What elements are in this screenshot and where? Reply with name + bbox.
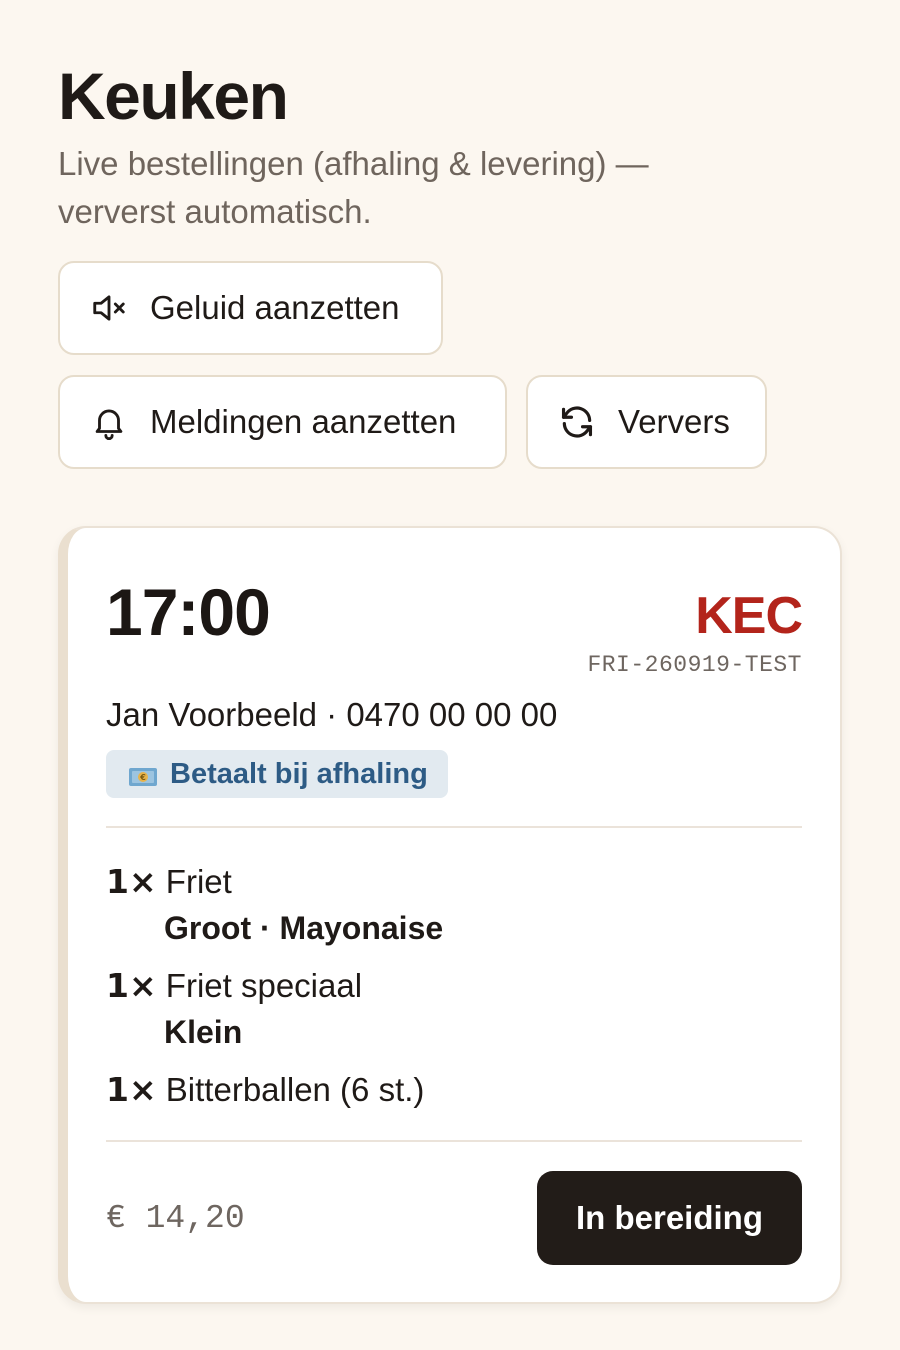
divider [106, 1140, 802, 1142]
item-quantity: 1× [106, 862, 157, 901]
item-modifiers: Groot · Mayonaise [164, 910, 444, 946]
order-code: KEC [695, 587, 803, 645]
sound-toggle-label: Geluid aanzetten [150, 289, 400, 326]
item-name: Bitterballen (6 st.) [165, 1071, 425, 1108]
customer-info: Jan Voorbeeld · 0470 00 00 00 [106, 696, 558, 733]
item-name: Friet speciaal [165, 967, 363, 1004]
notifications-toggle-button[interactable]: Meldingen aanzetten [58, 375, 507, 469]
item-quantity: 1× [106, 1070, 157, 1109]
item-name: Friet [165, 863, 232, 900]
item-modifiers: Klein [164, 1014, 243, 1050]
order-time: 17:00 [106, 575, 271, 649]
order-total: € 14,20 [106, 1200, 245, 1237]
page-subtitle: Live bestellingen (afhaling & levering) … [58, 145, 649, 230]
order-card: 17:00 KEC FRI-260919-TEST Jan Voorbeeld … [58, 526, 842, 1304]
bell-icon [90, 403, 128, 441]
payment-status-badge: € Betaalt bij afhaling [106, 750, 448, 798]
page-title: Keuken [58, 59, 289, 133]
refresh-icon [558, 403, 596, 441]
order-item: 1× Friet [106, 862, 232, 901]
svg-text:€: € [139, 773, 146, 782]
order-reference: FRI-260919-TEST [587, 652, 802, 678]
kitchen-page: Keuken Live bestellingen (afhaling & lev… [0, 0, 900, 1350]
divider [106, 826, 802, 828]
order-item: 1× Friet speciaal [106, 966, 362, 1005]
refresh-label: Ververs [618, 403, 730, 440]
order-status-button[interactable]: In bereiding [537, 1171, 802, 1265]
order-item: 1× Bitterballen (6 st.) [106, 1070, 424, 1109]
money-icon: € [128, 763, 158, 786]
payment-status-label: Betaalt bij afhaling [170, 757, 428, 790]
refresh-button[interactable]: Ververs [526, 375, 767, 469]
item-quantity: 1× [106, 966, 157, 1005]
sound-toggle-button[interactable]: Geluid aanzetten [58, 261, 443, 355]
speaker-muted-icon [90, 289, 128, 327]
notifications-toggle-label: Meldingen aanzetten [150, 403, 457, 440]
